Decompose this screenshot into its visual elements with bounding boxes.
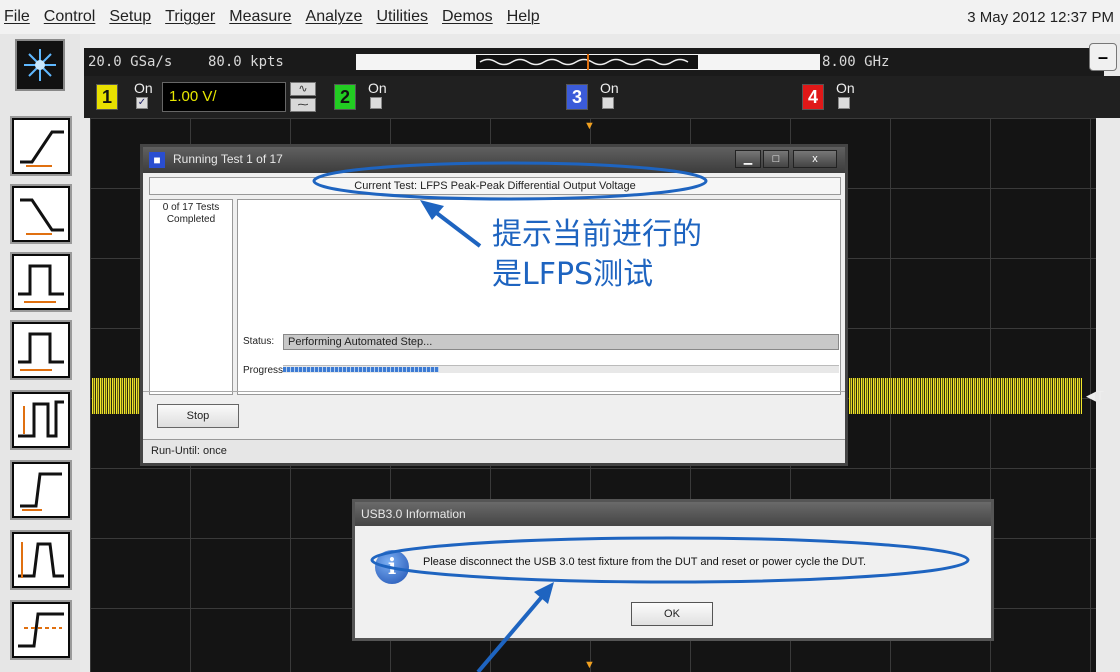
clock-datetime: 3 May 2012 12:37 PM: [967, 9, 1114, 26]
menu-control[interactable]: Control: [37, 8, 103, 26]
trigger-position-marker-top: ▼: [584, 120, 595, 132]
usb3-information-dialog: USB3.0 Information i Please disconnect t…: [352, 499, 994, 641]
channel-1-trace-right: [849, 378, 1082, 414]
agilent-logo-icon[interactable]: [15, 39, 65, 91]
runt-trigger-icon[interactable]: [10, 390, 72, 450]
menu-analyze[interactable]: Analyze: [299, 8, 370, 26]
trigger-level-marker: ◀T: [1086, 388, 1104, 403]
channel-1-scale[interactable]: 1.00 V/: [162, 82, 286, 112]
information-icon: i: [375, 550, 409, 584]
acquisition-bar: 20.0 GSa/s 80.0 kpts 8.00 GHz: [84, 48, 1104, 76]
channel-4-checkbox[interactable]: [838, 97, 850, 109]
tests-completed: 0 of 17 Tests Completed: [149, 199, 233, 395]
status-label: Status:: [243, 336, 275, 347]
status-value: Performing Automated Step...: [283, 334, 839, 350]
transition-trigger-icon[interactable]: [10, 530, 72, 590]
edge-falling-trigger-icon[interactable]: [10, 184, 72, 244]
memory-depth: 80.0 kpts: [208, 54, 284, 70]
channel-4-button[interactable]: 4: [802, 84, 824, 110]
annotation-line-1: 提示当前进行的: [492, 217, 702, 252]
setup-hold-trigger-icon[interactable]: [10, 460, 72, 520]
sample-rate: 20.0 GSa/s: [88, 54, 173, 70]
menu-demos[interactable]: Demos: [435, 8, 500, 26]
menu-file[interactable]: File: [0, 8, 37, 26]
channel-3-checkbox[interactable]: [602, 97, 614, 109]
dialog-divider: [143, 391, 845, 392]
channel-1-button[interactable]: 1: [96, 84, 118, 110]
menu-bar: File Control Setup Trigger Measure Analy…: [0, 0, 1120, 34]
menu-trigger[interactable]: Trigger: [158, 8, 222, 26]
menu-utilities[interactable]: Utilities: [369, 8, 435, 26]
minimize-dialog-button[interactable]: ▁: [735, 150, 761, 168]
channel-4-state: On: [836, 80, 855, 96]
timeout-trigger-icon[interactable]: [10, 600, 72, 660]
channel-2-checkbox[interactable]: [370, 97, 382, 109]
channel-1-state: On: [134, 80, 153, 96]
bandwidth: 8.00 GHz: [822, 54, 890, 70]
annotation-line-2: 是LFPS测试: [492, 257, 654, 292]
info-message: Please disconnect the USB 3.0 test fixtu…: [423, 556, 867, 568]
ok-button[interactable]: OK: [631, 602, 713, 626]
trigger-position-marker-bottom: ▼: [584, 659, 595, 671]
maximize-dialog-button[interactable]: □: [763, 150, 789, 168]
channel-2-state: On: [368, 80, 387, 96]
close-dialog-button[interactable]: x: [793, 150, 837, 168]
info-dialog-title[interactable]: USB3.0 Information: [355, 502, 991, 526]
pulse-width-trigger-icon[interactable]: [10, 252, 72, 312]
progress-label: Progress:: [243, 365, 286, 376]
current-test-label: Current Test: LFPS Peak-Peak Differentia…: [149, 177, 841, 195]
waveform-overview[interactable]: [356, 54, 820, 70]
app-icon: ■: [149, 152, 165, 168]
channel-1-trace-left: [92, 378, 142, 414]
progress-bar: [283, 365, 839, 373]
oscilloscope-screen: File Control Setup Trigger Measure Analy…: [0, 0, 1120, 672]
run-until-status: Run-Until: once: [143, 439, 845, 463]
progress-fill: [283, 367, 439, 372]
dialog-title-bar[interactable]: ■ Running Test 1 of 17 ▁ □ x: [143, 147, 845, 173]
dialog-title: Running Test 1 of 17: [173, 152, 283, 166]
running-test-dialog: ■ Running Test 1 of 17 ▁ □ x Current Tes…: [140, 144, 848, 466]
trigger-mode-toolbar: [0, 34, 80, 672]
channel-bar: 1 On ✓ 1.00 V/ ∿ ⁓ 2 On 3 On 4 On: [84, 76, 1120, 118]
glitch-trigger-icon[interactable]: [10, 320, 72, 380]
minimize-button[interactable]: –: [1089, 43, 1117, 71]
annotation-text: 提示当前进行的 是LFPS测试: [492, 215, 702, 295]
menu-help[interactable]: Help: [500, 8, 547, 26]
menu-measure[interactable]: Measure: [222, 8, 298, 26]
menu-setup[interactable]: Setup: [102, 8, 158, 26]
channel-3-state: On: [600, 80, 619, 96]
channel-1-checkbox[interactable]: ✓: [136, 97, 148, 109]
channel-3-button[interactable]: 3: [566, 84, 588, 110]
dc-coupling-icon[interactable]: ⁓: [290, 98, 316, 112]
stop-button[interactable]: Stop: [157, 404, 239, 428]
ac-coupling-icon[interactable]: ∿: [290, 82, 316, 96]
edge-rising-trigger-icon[interactable]: [10, 116, 72, 176]
channel-2-button[interactable]: 2: [334, 84, 356, 110]
